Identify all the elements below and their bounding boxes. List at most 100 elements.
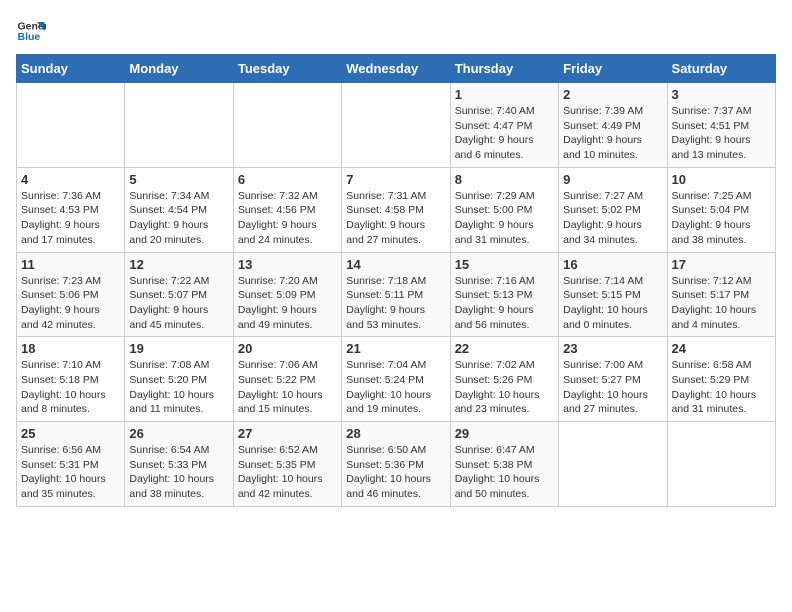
calendar-cell: 5 Sunrise: 7:34 AM Sunset: 4:54 PM Daylig…	[125, 167, 233, 252]
day-number: 28	[346, 426, 445, 441]
day-info: Sunrise: 7:22 AM Sunset: 5:07 PM Dayligh…	[129, 274, 228, 333]
day-number: 3	[672, 87, 771, 102]
day-info: Sunrise: 7:31 AM Sunset: 4:58 PM Dayligh…	[346, 189, 445, 248]
day-number: 2	[563, 87, 662, 102]
calendar-cell: 11 Sunrise: 7:23 AM Sunset: 5:06 PM Dayli…	[17, 252, 125, 337]
day-number: 6	[238, 172, 337, 187]
calendar-cell	[667, 422, 775, 507]
calendar-cell: 16 Sunrise: 7:14 AM Sunset: 5:15 PM Dayli…	[559, 252, 667, 337]
calendar-cell: 14Sunrise: 7:18 AM Sunset: 5:11 PM Dayli…	[342, 252, 450, 337]
calendar-cell: 24 Sunrise: 6:58 AM Sunset: 5:29 PM Dayli…	[667, 337, 775, 422]
day-number: 4	[21, 172, 120, 187]
day-number: 19	[129, 341, 228, 356]
week-row-2: 4 Sunrise: 7:36 AM Sunset: 4:53 PM Daylig…	[17, 167, 776, 252]
day-number: 9	[563, 172, 662, 187]
day-header-thursday: Thursday	[450, 55, 558, 83]
day-info: Sunrise: 7:40 AM Sunset: 4:47 PM Dayligh…	[455, 104, 554, 163]
week-row-1: 1 Sunrise: 7:40 AM Sunset: 4:47 PM Daylig…	[17, 83, 776, 168]
calendar-cell: 26 Sunrise: 6:54 AM Sunset: 5:33 PM Dayli…	[125, 422, 233, 507]
calendar-cell: 1 Sunrise: 7:40 AM Sunset: 4:47 PM Daylig…	[450, 83, 558, 168]
calendar-cell	[342, 83, 450, 168]
day-info: Sunrise: 6:56 AM Sunset: 5:31 PM Dayligh…	[21, 443, 120, 502]
day-number: 7	[346, 172, 445, 187]
calendar-cell	[17, 83, 125, 168]
calendar-cell: 20 Sunrise: 7:06 AM Sunset: 5:22 PM Dayli…	[233, 337, 341, 422]
calendar-cell: 25Sunrise: 6:56 AM Sunset: 5:31 PM Dayli…	[17, 422, 125, 507]
day-info: Sunrise: 7:23 AM Sunset: 5:06 PM Dayligh…	[21, 274, 120, 333]
day-info: Sunrise: 6:52 AM Sunset: 5:35 PM Dayligh…	[238, 443, 337, 502]
week-row-4: 18Sunrise: 7:10 AM Sunset: 5:18 PM Dayli…	[17, 337, 776, 422]
calendar-cell: 27 Sunrise: 6:52 AM Sunset: 5:35 PM Dayli…	[233, 422, 341, 507]
day-header-monday: Monday	[125, 55, 233, 83]
day-number: 15	[455, 257, 554, 272]
page-header: General Blue	[16, 16, 776, 46]
calendar-cell	[125, 83, 233, 168]
header-row: SundayMondayTuesdayWednesdayThursdayFrid…	[17, 55, 776, 83]
day-number: 11	[21, 257, 120, 272]
day-header-tuesday: Tuesday	[233, 55, 341, 83]
day-info: Sunrise: 7:14 AM Sunset: 5:15 PM Dayligh…	[563, 274, 662, 333]
day-number: 13	[238, 257, 337, 272]
day-info: Sunrise: 7:34 AM Sunset: 4:54 PM Dayligh…	[129, 189, 228, 248]
day-info: Sunrise: 7:20 AM Sunset: 5:09 PM Dayligh…	[238, 274, 337, 333]
day-info: Sunrise: 7:27 AM Sunset: 5:02 PM Dayligh…	[563, 189, 662, 248]
calendar-cell	[233, 83, 341, 168]
day-number: 8	[455, 172, 554, 187]
week-row-5: 25Sunrise: 6:56 AM Sunset: 5:31 PM Dayli…	[17, 422, 776, 507]
calendar-cell: 7 Sunrise: 7:31 AM Sunset: 4:58 PM Daylig…	[342, 167, 450, 252]
day-number: 18	[21, 341, 120, 356]
day-info: Sunrise: 7:12 AM Sunset: 5:17 PM Dayligh…	[672, 274, 771, 333]
day-info: Sunrise: 7:00 AM Sunset: 5:27 PM Dayligh…	[563, 358, 662, 417]
calendar-cell: 29Sunrise: 6:47 AM Sunset: 5:38 PM Dayli…	[450, 422, 558, 507]
calendar-cell: 10 Sunrise: 7:25 AM Sunset: 5:04 PM Dayli…	[667, 167, 775, 252]
day-info: Sunrise: 6:54 AM Sunset: 5:33 PM Dayligh…	[129, 443, 228, 502]
calendar-cell: 8 Sunrise: 7:29 AM Sunset: 5:00 PM Daylig…	[450, 167, 558, 252]
calendar-cell: 13 Sunrise: 7:20 AM Sunset: 5:09 PM Dayli…	[233, 252, 341, 337]
day-info: Sunrise: 7:32 AM Sunset: 4:56 PM Dayligh…	[238, 189, 337, 248]
calendar-cell: 4 Sunrise: 7:36 AM Sunset: 4:53 PM Daylig…	[17, 167, 125, 252]
calendar-cell: 15 Sunrise: 7:16 AM Sunset: 5:13 PM Dayli…	[450, 252, 558, 337]
day-info: Sunrise: 7:16 AM Sunset: 5:13 PM Dayligh…	[455, 274, 554, 333]
calendar-cell: 21 Sunrise: 7:04 AM Sunset: 5:24 PM Dayli…	[342, 337, 450, 422]
calendar-table: SundayMondayTuesdayWednesdayThursdayFrid…	[16, 54, 776, 507]
day-info: Sunrise: 7:06 AM Sunset: 5:22 PM Dayligh…	[238, 358, 337, 417]
day-number: 23	[563, 341, 662, 356]
day-info: Sunrise: 7:29 AM Sunset: 5:00 PM Dayligh…	[455, 189, 554, 248]
calendar-cell: 6 Sunrise: 7:32 AM Sunset: 4:56 PM Daylig…	[233, 167, 341, 252]
calendar-cell	[559, 422, 667, 507]
day-info: Sunrise: 6:58 AM Sunset: 5:29 PM Dayligh…	[672, 358, 771, 417]
day-info: Sunrise: 7:39 AM Sunset: 4:49 PM Dayligh…	[563, 104, 662, 163]
day-number: 27	[238, 426, 337, 441]
day-number: 21	[346, 341, 445, 356]
day-number: 20	[238, 341, 337, 356]
day-number: 16	[563, 257, 662, 272]
calendar-cell: 28 Sunrise: 6:50 AM Sunset: 5:36 PM Dayli…	[342, 422, 450, 507]
day-number: 29	[455, 426, 554, 441]
day-info: Sunrise: 7:25 AM Sunset: 5:04 PM Dayligh…	[672, 189, 771, 248]
day-info: Sunrise: 6:50 AM Sunset: 5:36 PM Dayligh…	[346, 443, 445, 502]
day-number: 26	[129, 426, 228, 441]
svg-text:Blue: Blue	[18, 31, 41, 43]
day-number: 24	[672, 341, 771, 356]
day-header-saturday: Saturday	[667, 55, 775, 83]
calendar-cell: 23 Sunrise: 7:00 AM Sunset: 5:27 PM Dayli…	[559, 337, 667, 422]
day-number: 22	[455, 341, 554, 356]
calendar-cell: 3 Sunrise: 7:37 AM Sunset: 4:51 PM Daylig…	[667, 83, 775, 168]
day-number: 10	[672, 172, 771, 187]
calendar-cell: 2 Sunrise: 7:39 AM Sunset: 4:49 PM Daylig…	[559, 83, 667, 168]
day-number: 14	[346, 257, 445, 272]
calendar-cell: 19Sunrise: 7:08 AM Sunset: 5:20 PM Dayli…	[125, 337, 233, 422]
logo: General Blue	[16, 16, 46, 46]
calendar-cell: 9 Sunrise: 7:27 AM Sunset: 5:02 PM Daylig…	[559, 167, 667, 252]
calendar-cell: 18Sunrise: 7:10 AM Sunset: 5:18 PM Dayli…	[17, 337, 125, 422]
calendar-cell: 22Sunrise: 7:02 AM Sunset: 5:26 PM Dayli…	[450, 337, 558, 422]
day-number: 5	[129, 172, 228, 187]
calendar-cell: 12Sunrise: 7:22 AM Sunset: 5:07 PM Dayli…	[125, 252, 233, 337]
day-number: 1	[455, 87, 554, 102]
week-row-3: 11 Sunrise: 7:23 AM Sunset: 5:06 PM Dayli…	[17, 252, 776, 337]
logo-icon: General Blue	[16, 16, 46, 46]
calendar-cell: 17Sunrise: 7:12 AM Sunset: 5:17 PM Dayli…	[667, 252, 775, 337]
day-info: Sunrise: 7:04 AM Sunset: 5:24 PM Dayligh…	[346, 358, 445, 417]
day-info: Sunrise: 7:37 AM Sunset: 4:51 PM Dayligh…	[672, 104, 771, 163]
day-info: Sunrise: 7:36 AM Sunset: 4:53 PM Dayligh…	[21, 189, 120, 248]
